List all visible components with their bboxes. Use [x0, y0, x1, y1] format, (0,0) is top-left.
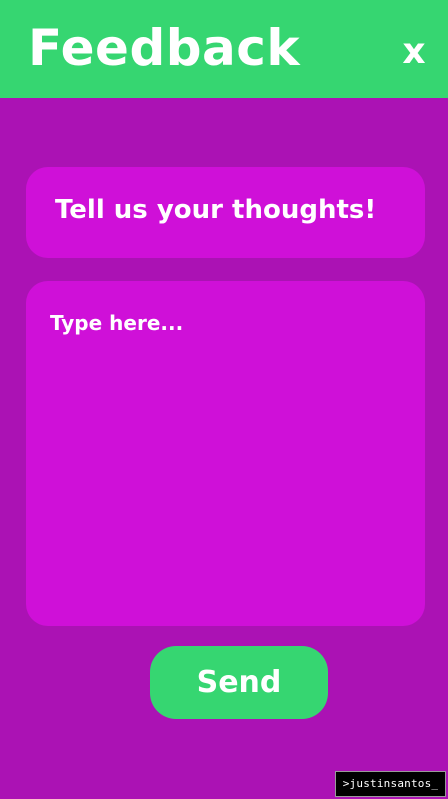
close-button[interactable]: x: [392, 26, 436, 78]
prompt-heading: Tell us your thoughts!: [55, 195, 377, 225]
send-button[interactable]: Send: [150, 646, 328, 719]
watermark-logo: >justinsantos_: [335, 771, 446, 797]
app-header: Feedback x: [0, 0, 448, 98]
page-title: Feedback: [28, 19, 301, 77]
prompt-card: Tell us your thoughts!: [26, 167, 425, 258]
feedback-textarea[interactable]: [26, 281, 425, 626]
